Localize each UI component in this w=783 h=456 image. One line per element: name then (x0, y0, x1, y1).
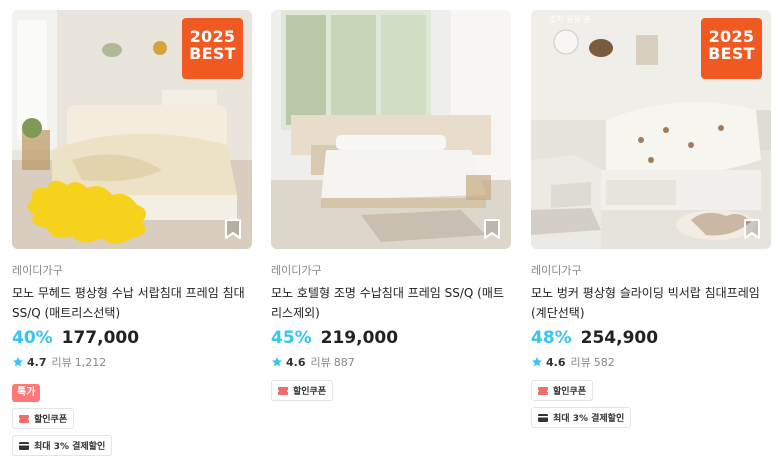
star-icon (13, 357, 23, 367)
sale-price: 177,000 (61, 328, 140, 348)
best-badge: 2025 BEST (701, 18, 762, 79)
badge-list: 할인쿠폰 (271, 380, 511, 401)
card-icon (538, 413, 548, 422)
coupon-chip: 할인쿠폰 (271, 380, 334, 401)
review-count: 1,212 (74, 355, 107, 369)
coupon-label: 할인쿠폰 (34, 415, 68, 425)
price-row: 48% 254,900 (531, 328, 771, 350)
brand-name[interactable]: 레이디가구 (271, 262, 511, 278)
price-row: 40% 177,000 (12, 328, 252, 350)
discount-rate: 40% (12, 328, 53, 348)
review-count: 582 (593, 355, 615, 369)
product-image-1[interactable]: 2025 BEST (12, 10, 252, 249)
coupon-label: 할인쿠폰 (553, 387, 587, 397)
star-icon (532, 357, 542, 367)
bookmark-icon[interactable] (482, 218, 502, 240)
coupon-icon (278, 386, 288, 395)
rating-value: 4.6 (286, 355, 306, 369)
discount-rate: 48% (531, 328, 572, 348)
brand-name[interactable]: 레이디가구 (531, 262, 771, 278)
price-row: 45% 219,000 (271, 328, 511, 350)
sale-price: 254,900 (580, 328, 659, 348)
rating-row: 4.6 리뷰 582 (531, 353, 771, 371)
star-icon (272, 357, 282, 367)
coupon-chip: 할인쿠폰 (531, 380, 594, 401)
product-card-3[interactable]: 출처 유유 홈 2025 BEST 레이디가구 모노 벙커 평상형 슬라이딩 빅… (531, 10, 771, 428)
review-label: 리뷰 (51, 356, 72, 369)
product-title[interactable]: 모노 벙커 평상형 슬라이딩 빅서랍 침대프레임(계단선택) (531, 283, 771, 323)
discount-rate: 45% (271, 328, 312, 348)
best-badge: 2025 BEST (182, 18, 243, 79)
product-card-2[interactable]: 레이디가구 모노 호텔형 조명 수납침대 프레임 SS/Q (매트리스제외) 4… (271, 10, 511, 401)
product-image-3[interactable]: 출처 유유 홈 2025 BEST (531, 10, 771, 249)
payment-label: 최대 3% 결제할인 (34, 442, 106, 452)
rating-value: 4.6 (546, 355, 566, 369)
card-icon (19, 441, 29, 450)
badge-list: 할인쿠폰 최대 3% 결제할인 (531, 380, 771, 428)
review-label: 리뷰 (570, 356, 591, 369)
coupon-chip: 할인쿠폰 (12, 408, 75, 429)
coupon-icon (538, 386, 548, 395)
rating-row: 4.7 리뷰 1,212 (12, 353, 252, 371)
review-label: 리뷰 (310, 356, 331, 369)
image-source-caption: 출처 유유 홈 (549, 15, 591, 24)
payment-discount-chip: 최대 3% 결제할인 (531, 407, 632, 428)
coupon-icon (19, 414, 29, 423)
review-count: 887 (333, 355, 355, 369)
badge-list: 특가 할인쿠폰 최대 3% 결제할인 (12, 380, 252, 456)
brand-name[interactable]: 레이디가구 (12, 262, 252, 278)
product-title[interactable]: 모노 호텔형 조명 수납침대 프레임 SS/Q (매트리스제외) (271, 283, 511, 323)
sale-price: 219,000 (320, 328, 399, 348)
product-image-2[interactable] (271, 10, 511, 249)
product-card-1[interactable]: 2025 BEST 레이디가구 모노 무헤드 평상형 수납 서랍침대 프레임 침… (12, 10, 252, 456)
bookmark-icon[interactable] (223, 218, 243, 240)
bookmark-icon[interactable] (742, 218, 762, 240)
special-price-tag: 특가 (12, 384, 41, 402)
bedroom-photo-2 (271, 10, 511, 249)
product-title[interactable]: 모노 무헤드 평상형 수납 서랍침대 프레임 침대 SS/Q (매트리스선택) (12, 283, 252, 323)
product-grid: 2025 BEST 레이디가구 모노 무헤드 평상형 수납 서랍침대 프레임 침… (0, 0, 783, 456)
payment-label: 최대 3% 결제할인 (553, 414, 625, 424)
rating-row: 4.6 리뷰 887 (271, 353, 511, 371)
coupon-label: 할인쿠폰 (293, 387, 327, 397)
rating-value: 4.7 (27, 355, 47, 369)
